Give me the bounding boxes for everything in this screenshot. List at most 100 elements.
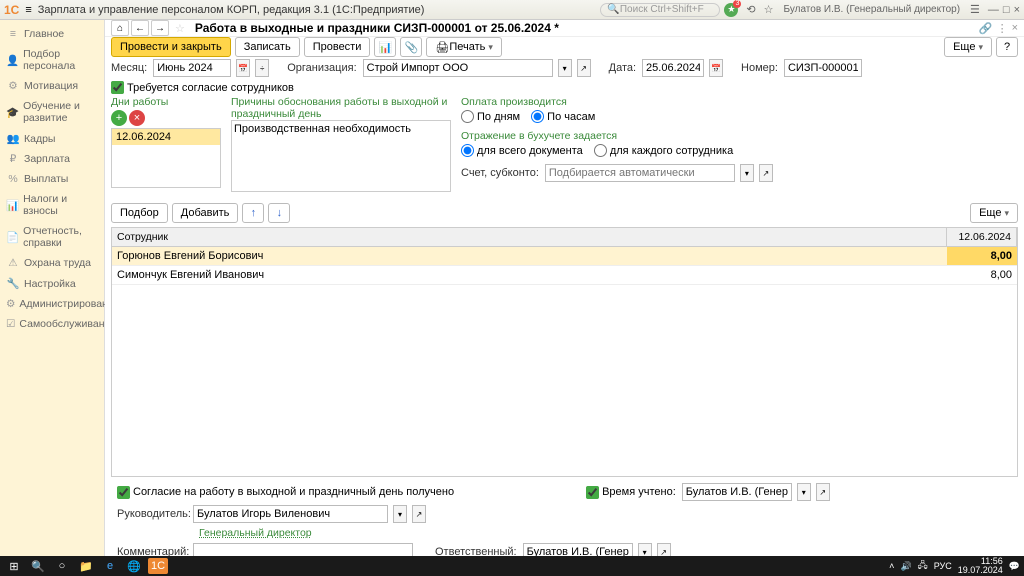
table-row[interactable]: Симончук Евгений Иванович 8,00 xyxy=(112,266,1017,285)
taskbar-clock[interactable]: 11:56 19.07.2024 xyxy=(958,557,1003,575)
table-row[interactable]: Горюнов Евгений Борисович 8,00 xyxy=(112,247,1017,266)
manager-drop-button[interactable]: ▾ xyxy=(393,505,407,523)
nav-fwd-button[interactable]: → xyxy=(151,20,169,36)
wrench-icon: 🔧 xyxy=(6,277,20,290)
history-icon[interactable]: ⟲ xyxy=(746,3,755,16)
sidebar-item-self[interactable]: ☑Самообслуживание xyxy=(0,314,104,334)
time-open-button[interactable]: ↗ xyxy=(816,483,830,501)
attach-button[interactable]: 📎 xyxy=(400,37,422,57)
col-employee[interactable]: Сотрудник xyxy=(112,228,947,246)
manager-open-button[interactable]: ↗ xyxy=(412,505,426,523)
notifications-icon[interactable]: ★ xyxy=(724,3,738,17)
link-icon[interactable]: 🔗 xyxy=(979,22,993,35)
manager-position-link[interactable]: Генеральный директор xyxy=(199,527,312,539)
manager-input[interactable] xyxy=(193,505,388,523)
star-icon[interactable]: ☆ xyxy=(175,22,185,35)
tray-volume-icon[interactable]: 🔊 xyxy=(900,561,911,572)
sidebar-item-training[interactable]: 🎓Обучение и развитие xyxy=(0,96,104,128)
move-up-button[interactable]: ↑ xyxy=(242,203,264,223)
report-button[interactable]: 📊 xyxy=(374,37,396,57)
org-open-button[interactable]: ↗ xyxy=(577,59,591,77)
sidebar-item-reports[interactable]: 📄Отчетность, справки xyxy=(0,221,104,253)
1c-taskbar-icon[interactable]: 1С xyxy=(148,558,168,574)
save-button[interactable]: Записать xyxy=(235,37,300,57)
time-person-input[interactable] xyxy=(682,483,792,501)
time-recorded-checkbox[interactable]: Время учтено: xyxy=(586,486,676,499)
close-tab-icon[interactable]: × xyxy=(1012,22,1018,35)
tray-network-icon[interactable]: 🖧 xyxy=(918,558,928,574)
sidebar-item-safety[interactable]: ⚠Охрана труда xyxy=(0,253,104,273)
print-button[interactable]: 🖨 Печать xyxy=(426,37,502,57)
sidebar-item-main[interactable]: ≡Главное xyxy=(0,24,104,44)
post-and-close-button[interactable]: Провести и закрыть xyxy=(111,37,231,57)
sidebar-item-admin[interactable]: ⚙Администрирование xyxy=(0,294,104,314)
responsible-drop-button[interactable]: ▾ xyxy=(638,543,652,556)
account-drop-button[interactable]: ▾ xyxy=(740,164,754,182)
responsible-open-button[interactable]: ↗ xyxy=(657,543,671,556)
sidebar-item-taxes[interactable]: 📊Налоги и взносы xyxy=(0,189,104,221)
move-down-button[interactable]: ↓ xyxy=(268,203,290,223)
days-section-label: Дни работы xyxy=(111,96,221,108)
nav-home-button[interactable]: ⌂ xyxy=(111,20,129,36)
sidebar-item-payments[interactable]: %Выплаты xyxy=(0,169,104,189)
gear-icon: ⚙ xyxy=(6,80,20,92)
month-input[interactable] xyxy=(153,59,231,77)
edge-icon[interactable]: 🌐 xyxy=(124,558,144,574)
for-each-radio[interactable]: для каждого сотрудника xyxy=(594,144,733,157)
minimize-icon[interactable]: — xyxy=(988,4,999,16)
search-taskbar-icon[interactable]: 🔍 xyxy=(28,558,48,574)
by-hours-radio[interactable]: По часам xyxy=(531,110,595,123)
time-drop-button[interactable]: ▾ xyxy=(797,483,811,501)
close-icon[interactable]: × xyxy=(1014,4,1020,16)
org-drop-button[interactable]: ▾ xyxy=(558,59,572,77)
more-button[interactable]: Еще xyxy=(944,37,992,57)
consent-required-checkbox[interactable]: Требуется согласие сотрудников xyxy=(111,81,294,94)
sidebar-label: Отчетность, справки xyxy=(23,225,98,249)
post-button[interactable]: Провести xyxy=(304,37,371,57)
explorer-icon[interactable]: 📁 xyxy=(76,558,96,574)
ie-icon[interactable]: e xyxy=(100,558,120,574)
notifications-tray-icon[interactable]: 💬 xyxy=(1009,561,1020,572)
tray-up-icon[interactable]: ˄ xyxy=(889,561,894,571)
table-more-button[interactable]: Еще xyxy=(970,203,1018,223)
org-input[interactable] xyxy=(363,59,553,77)
for-doc-radio[interactable]: для всего документа xyxy=(461,144,583,157)
month-calendar-button[interactable]: 📅 xyxy=(236,59,250,77)
reason-textarea[interactable]: Производственная необходимость xyxy=(231,120,451,192)
maximize-icon[interactable]: □ xyxy=(1003,4,1010,16)
sidebar-item-settings[interactable]: 🔧Настройка xyxy=(0,273,104,294)
sidebar-item-salary[interactable]: ₽Зарплата xyxy=(0,149,104,169)
delete-day-button[interactable]: × xyxy=(129,110,145,126)
by-days-radio[interactable]: По дням xyxy=(461,110,520,123)
col-date[interactable]: 12.06.2024 xyxy=(947,228,1017,246)
month-spinner[interactable]: ÷ xyxy=(255,59,269,77)
titlebar: 1С ≡ Зарплата и управление персоналом КО… xyxy=(0,0,1024,20)
date-input[interactable] xyxy=(642,59,704,77)
sidebar-item-recruit[interactable]: 👤Подбор персонала xyxy=(0,44,104,76)
number-input[interactable] xyxy=(784,59,862,77)
start-button[interactable]: ⊞ xyxy=(4,558,24,574)
nav-back-button[interactable]: ← xyxy=(131,20,149,36)
account-open-button[interactable]: ↗ xyxy=(759,164,773,182)
help-button[interactable]: ? xyxy=(996,37,1018,57)
add-row-button[interactable]: Добавить xyxy=(172,203,239,223)
hamburger-icon[interactable]: ≡ xyxy=(25,4,31,16)
day-row[interactable]: 12.06.2024 xyxy=(112,129,220,145)
sidebar-item-motivation[interactable]: ⚙Мотивация xyxy=(0,76,104,96)
more-icon[interactable]: ⋮ xyxy=(997,22,1008,35)
consent-received-checkbox[interactable]: Согласие на работу в выходной и празднич… xyxy=(117,486,454,499)
account-input[interactable] xyxy=(545,164,735,182)
comment-input[interactable] xyxy=(193,543,413,556)
global-search[interactable]: 🔍 Поиск Ctrl+Shift+F xyxy=(600,3,720,17)
current-user[interactable]: Булатов И.В. (Генеральный директор) xyxy=(784,4,961,15)
select-button[interactable]: Подбор xyxy=(111,203,168,223)
days-list[interactable]: 12.06.2024 xyxy=(111,128,221,188)
cortana-icon[interactable]: ○ xyxy=(52,558,72,574)
menu-icon[interactable]: ☰ xyxy=(970,3,980,16)
add-day-button[interactable]: + xyxy=(111,110,127,126)
tray-lang[interactable]: РУС xyxy=(934,561,952,571)
date-calendar-button[interactable]: 📅 xyxy=(709,59,723,77)
responsible-input[interactable] xyxy=(523,543,633,556)
sidebar-item-hr[interactable]: 👥Кадры xyxy=(0,128,104,149)
favorites-icon[interactable]: ☆ xyxy=(764,3,774,16)
